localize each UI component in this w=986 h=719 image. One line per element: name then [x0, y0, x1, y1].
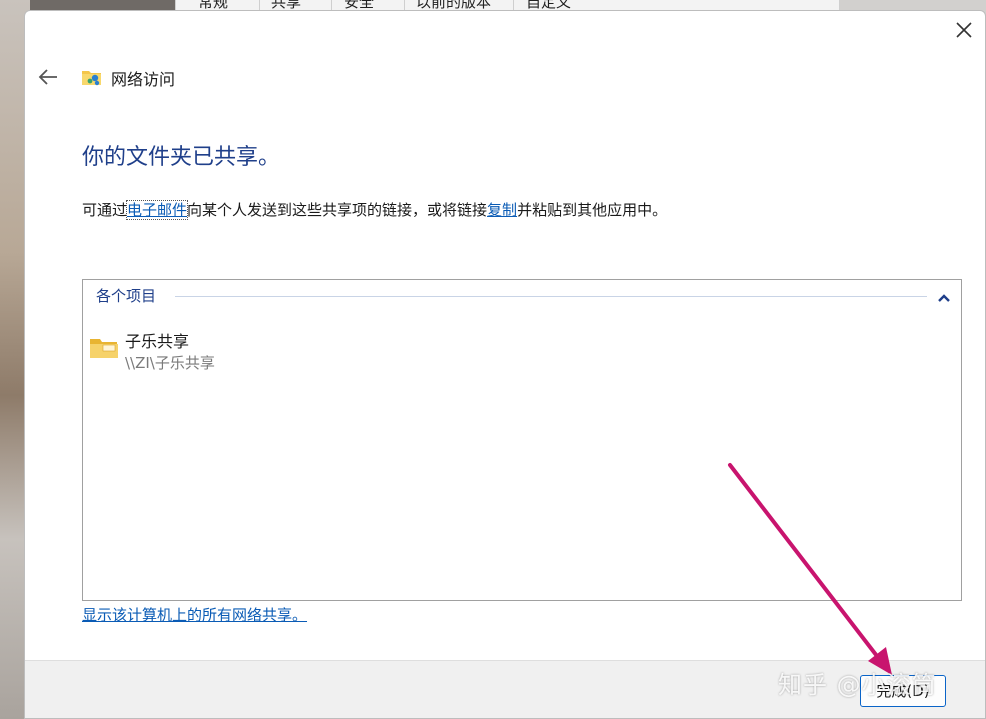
group-divider	[175, 296, 927, 297]
email-link[interactable]: 电子邮件	[126, 200, 189, 220]
description-part-1: 可通过	[82, 201, 128, 219]
close-icon	[956, 22, 972, 38]
description-text: 可通过电子邮件向某个人发送到这些共享项的链接，或将链接复制并粘贴到其他应用中。	[82, 199, 667, 220]
close-button[interactable]	[953, 19, 975, 41]
group-header: 各个项目	[83, 280, 961, 310]
chevron-up-icon	[938, 294, 950, 302]
page-title: 你的文件夹已共享。	[82, 145, 281, 170]
collapse-group-button[interactable]	[937, 289, 951, 302]
description-part-2: 向某个人发送到这些共享项的链接，或将链接	[187, 201, 488, 219]
list-item[interactable]: 子乐共享 \\ZI\子乐共享	[89, 324, 389, 374]
description-part-3: 并粘贴到其他应用中。	[517, 201, 668, 219]
back-arrow-icon	[38, 69, 57, 85]
item-path: \\ZI\子乐共享	[125, 354, 215, 372]
shared-items-list[interactable]: 各个项目 子乐共享 \\ZI\子乐共享	[82, 279, 962, 601]
watermark: 知乎 @小滚筒	[778, 671, 937, 699]
network-access-dialog: 网络访问 你的文件夹已共享。 可通过电子邮件向某个人发送到这些共享项的链接，或将…	[24, 10, 986, 719]
copy-link[interactable]: 复制	[487, 201, 517, 219]
network-folder-icon	[81, 67, 103, 87]
wizard-title: 网络访问	[111, 70, 176, 89]
folder-icon	[89, 336, 119, 360]
item-name: 子乐共享	[125, 332, 190, 351]
show-all-shares-link[interactable]: 显示该计算机上的所有网络共享。	[82, 604, 307, 625]
group-label: 各个项目	[96, 285, 163, 306]
back-button[interactable]	[37, 67, 59, 87]
